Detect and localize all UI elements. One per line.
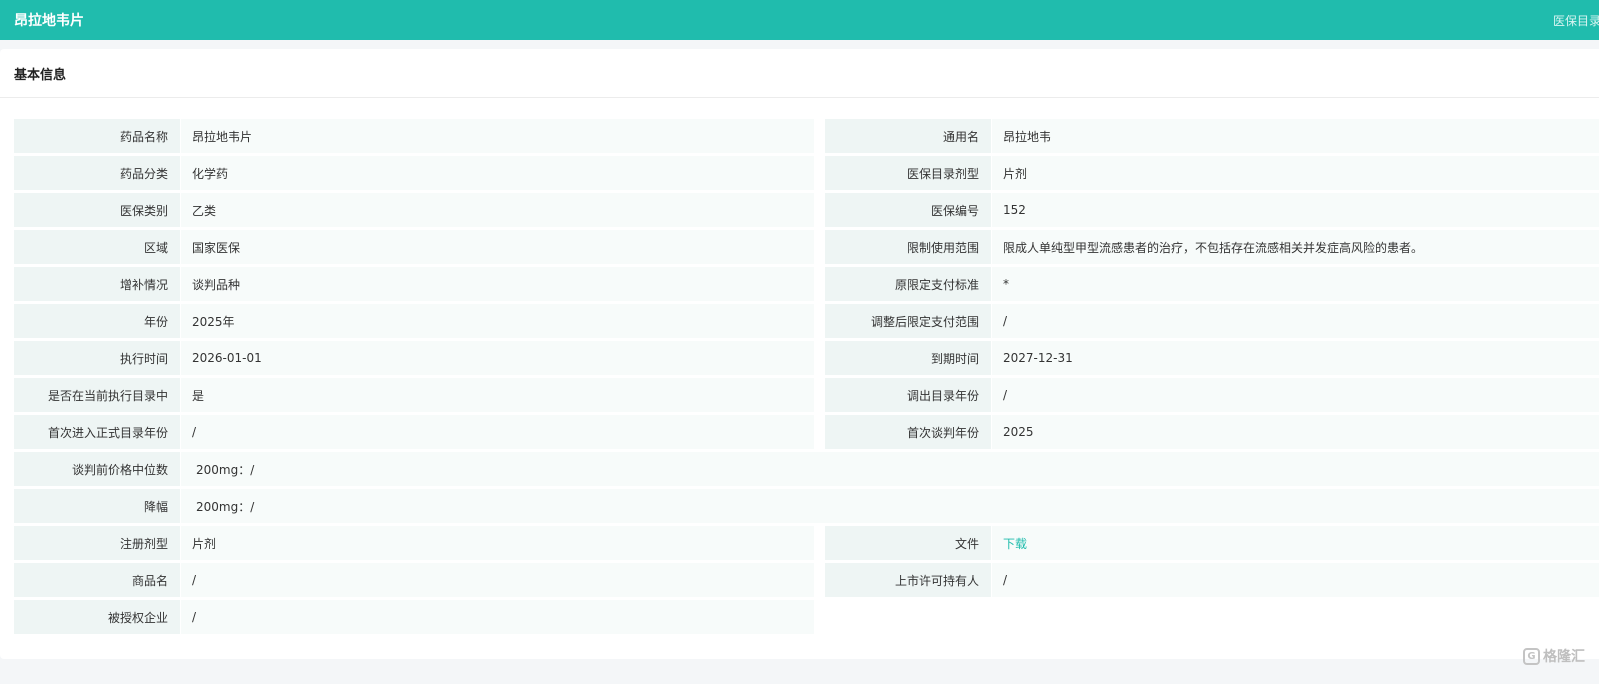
value-supplement-status: 谈判品种 [181,267,814,301]
catalog-link[interactable]: 医保目录 [1553,12,1599,29]
value-adjusted-payment-scope: / [992,304,1599,338]
label-in-current-catalog: 是否在当前执行目录中 [14,378,180,412]
page-title: 昂拉地韦片 [14,13,84,29]
label-price-reduction: 降幅 [14,489,180,523]
label-original-payment-standard: 原限定支付标准 [825,267,991,301]
label-first-negotiation-year: 首次谈判年份 [825,415,991,449]
value-first-formal-entry-year: / [181,415,814,449]
watermark: G 格隆汇 [1523,646,1585,666]
label-marketing-authorization-holder: 上市许可持有人 [825,563,991,597]
label-brand-name: 商品名 [14,563,180,597]
label-first-formal-entry-year: 首次进入正式目录年份 [14,415,180,449]
value-insurance-code: 152 [992,193,1599,227]
value-usage-restriction: 限成人单纯型甲型流感患者的治疗，不包括存在流感相关并发症高风险的患者。 [992,230,1599,264]
value-insurance-class: 乙类 [181,193,814,227]
value-price-reduction: 200mg：/ [181,489,1599,523]
watermark-text: 格隆汇 [1543,649,1585,665]
label-drug-name: 药品名称 [14,119,180,153]
value-brand-name: / [181,563,814,597]
top-bar: 昂拉地韦片 医保目录 [0,0,1599,40]
label-insurance-code: 医保编号 [825,193,991,227]
basic-info-card: 基本信息 药品名称 昂拉地韦片 通用名 昂拉地韦 药品分类 化学药 医保目录剂型… [0,49,1599,659]
label-effective-date: 执行时间 [14,341,180,375]
label-generic-name: 通用名 [825,119,991,153]
label-removal-year: 调出目录年份 [825,378,991,412]
value-marketing-authorization-holder: / [992,563,1599,597]
value-removal-year: / [992,378,1599,412]
label-pre-negotiation-median-price: 谈判前价格中位数 [14,452,180,486]
value-drug-name: 昂拉地韦片 [181,119,814,153]
label-insurance-class: 医保类别 [14,193,180,227]
label-catalog-dosage-form: 医保目录剂型 [825,156,991,190]
label-drug-category: 药品分类 [14,156,180,190]
value-region: 国家医保 [181,230,814,264]
value-authorized-enterprise: / [181,600,814,634]
label-supplement-status: 增补情况 [14,267,180,301]
watermark-logo-icon: G [1523,647,1540,665]
value-pre-negotiation-median-price: 200mg：/ [181,452,1599,486]
value-year: 2025年 [181,304,814,338]
value-generic-name: 昂拉地韦 [992,119,1599,153]
section-title: 基本信息 [0,49,1599,98]
value-expiry-date: 2027-12-31 [992,341,1599,375]
label-year: 年份 [14,304,180,338]
label-expiry-date: 到期时间 [825,341,991,375]
value-catalog-dosage-form: 片剂 [992,156,1599,190]
label-authorized-enterprise: 被授权企业 [14,600,180,634]
value-effective-date: 2026-01-01 [181,341,814,375]
value-first-negotiation-year: 2025 [992,415,1599,449]
label-registered-dosage-form: 注册剂型 [14,526,180,560]
label-file: 文件 [825,526,991,560]
value-drug-category: 化学药 [181,156,814,190]
label-region: 区域 [14,230,180,264]
label-adjusted-payment-scope: 调整后限定支付范围 [825,304,991,338]
download-link[interactable]: 下载 [992,526,1599,560]
value-original-payment-standard: * [992,267,1599,301]
label-usage-restriction: 限制使用范围 [825,230,991,264]
value-registered-dosage-form: 片剂 [181,526,814,560]
value-in-current-catalog: 是 [181,378,814,412]
